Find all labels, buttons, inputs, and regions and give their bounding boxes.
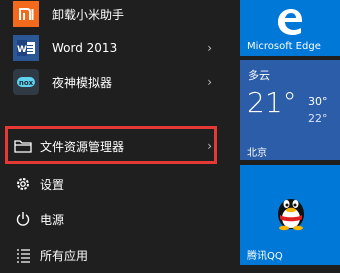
app-item-nox-emulator[interactable]: nox 夜神模拟器 › <box>0 64 234 100</box>
power-item[interactable]: 电源 <box>0 201 234 237</box>
app-label: 夜神模拟器 <box>52 75 113 90</box>
qq-tile[interactable]: 腾讯QQ <box>240 165 340 265</box>
edge-tile[interactable]: Microsoft Edge <box>240 0 340 56</box>
svg-text:nox: nox <box>19 79 34 87</box>
weather-temperature: 21° <box>247 86 297 119</box>
power-label: 电源 <box>40 212 65 227</box>
all-apps-label: 所有应用 <box>40 248 89 263</box>
all-apps-item[interactable]: 所有应用 <box>0 237 234 273</box>
weather-low: 22° <box>308 112 328 125</box>
gear-icon <box>14 175 32 193</box>
edge-icon <box>274 6 306 40</box>
highlight-box <box>5 126 217 164</box>
weather-condition: 多云 <box>248 69 270 82</box>
tile-area: Microsoft Edge 多云 21° 30° 22° 北京 腾讯QQ <box>240 0 340 265</box>
svg-text:W: W <box>17 45 27 55</box>
power-icon <box>14 210 32 228</box>
word-icon: W <box>13 35 39 61</box>
xiaomi-icon <box>13 1 39 27</box>
weather-high: 30° <box>308 95 328 108</box>
qq-penguin-icon <box>274 191 308 235</box>
settings-label: 设置 <box>40 177 65 192</box>
weather-tile[interactable]: 多云 21° 30° 22° 北京 <box>240 60 340 160</box>
chevron-right-icon[interactable]: › <box>207 75 212 89</box>
start-menu-list: 卸载小米助手 W Word 2013 › nox 夜神模拟器 › 文件资源管理器… <box>0 0 234 263</box>
app-item-uninstall-mi-assistant[interactable]: 卸载小米助手 <box>0 0 234 32</box>
settings-item[interactable]: 设置 <box>0 166 234 202</box>
chevron-right-icon[interactable]: › <box>207 41 212 55</box>
weather-city: 北京 <box>247 148 267 159</box>
nox-icon: nox <box>13 69 39 95</box>
app-item-word-2013[interactable]: W Word 2013 › <box>0 30 234 66</box>
list-icon <box>14 246 32 264</box>
qq-tile-label: 腾讯QQ <box>247 251 283 262</box>
app-label: Word 2013 <box>52 41 118 55</box>
edge-tile-label: Microsoft Edge <box>247 41 321 52</box>
app-label: 卸载小米助手 <box>52 7 125 22</box>
